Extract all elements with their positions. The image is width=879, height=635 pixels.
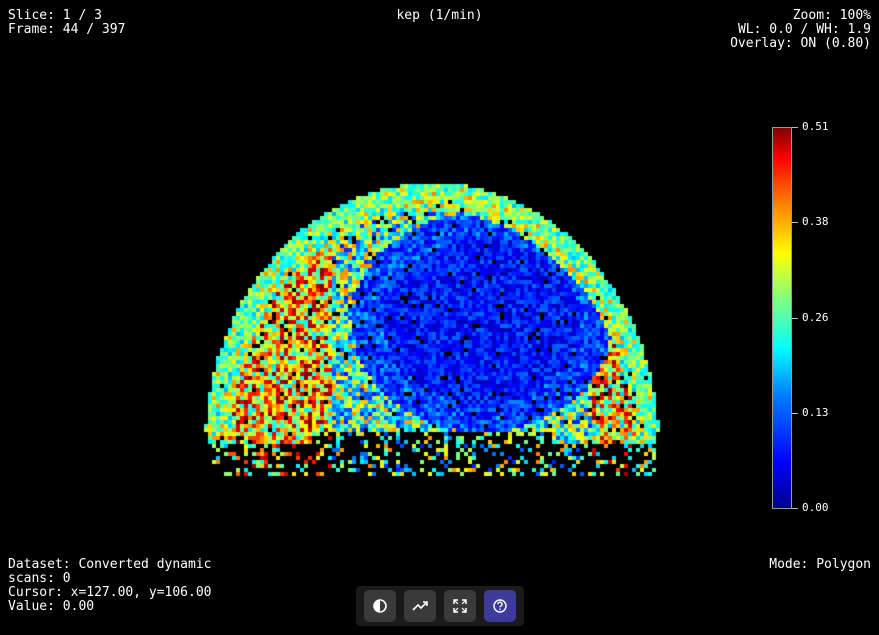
view-info: Zoom: 100% WL: 0.0 / WH: 1.9 Overlay: ON (… <box>730 9 871 51</box>
dataset-name: Dataset: Converted dynamic <box>8 557 212 572</box>
help-icon <box>493 599 507 613</box>
mode-indicator: Mode: Polygon <box>769 557 871 572</box>
colorbar-tick <box>792 413 798 414</box>
colorbar-tick-label: 0.13 <box>802 406 829 419</box>
colorbar-tick-label: 0.51 <box>802 120 829 133</box>
contrast-icon <box>373 599 387 613</box>
parametric-map-image[interactable] <box>0 0 879 635</box>
colorbar-tick <box>792 127 798 128</box>
zoom-indicator: Zoom: 100% <box>792 8 871 23</box>
help-button[interactable] <box>484 590 516 622</box>
colorbar-tick-label: 0.38 <box>802 215 829 228</box>
colorbar-tick-label: 0.00 <box>802 501 829 514</box>
fullscreen-icon <box>453 599 467 613</box>
cursor-position: Cursor: x=127.00, y=106.00 <box>8 585 212 600</box>
colorbar-tick <box>792 318 798 319</box>
dataset-info: Dataset: Converted dynamic scans: 0 Cursor… <box>8 558 212 614</box>
bottom-toolbar <box>356 586 524 626</box>
window-level-indicator: WL: 0.0 / WH: 1.9 <box>737 22 871 37</box>
colorbar-tick <box>792 222 798 223</box>
contrast-button[interactable] <box>364 590 396 622</box>
colorbar-tick <box>792 508 798 509</box>
dataset-name-cont: scans: 0 <box>8 571 71 586</box>
trend-chart-button[interactable] <box>404 590 436 622</box>
fullscreen-button[interactable] <box>444 590 476 622</box>
colorbar <box>772 127 792 509</box>
overlay-indicator: Overlay: ON (0.80) <box>730 36 871 51</box>
cursor-value: Value: 0.00 <box>8 599 95 614</box>
frame-indicator: Frame: 44 / 397 <box>8 22 126 37</box>
colorbar-tick-label: 0.26 <box>802 311 829 324</box>
trend-chart-icon <box>412 601 428 611</box>
